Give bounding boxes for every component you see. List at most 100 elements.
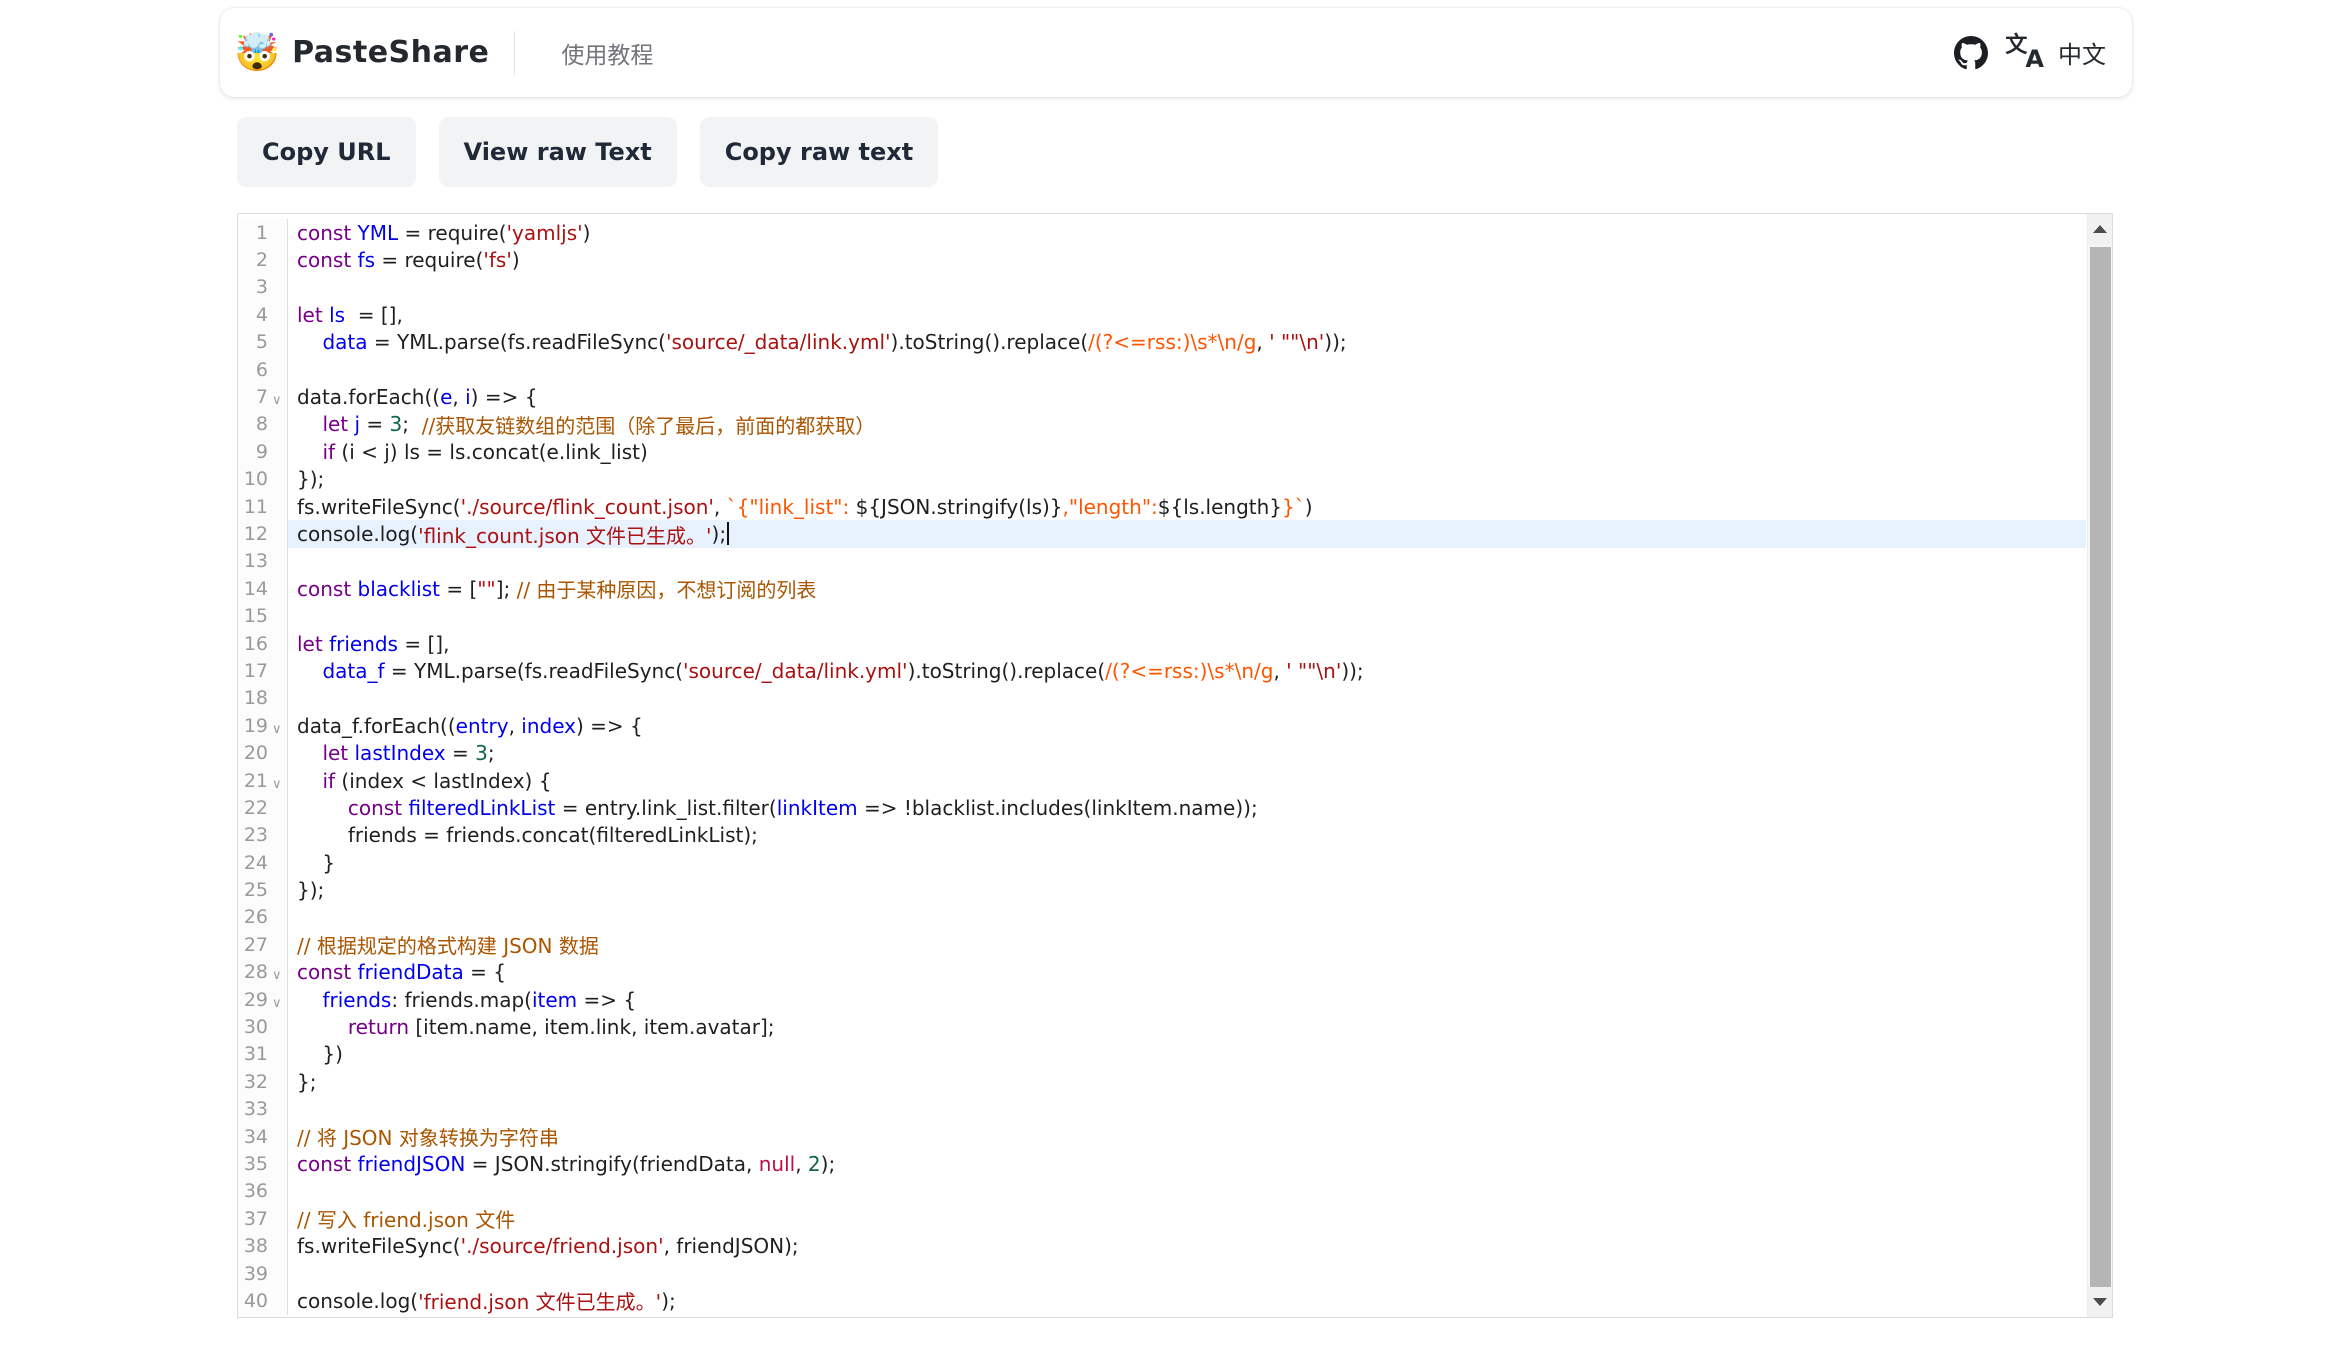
- code-line[interactable]: 36: [238, 1177, 2086, 1206]
- code-line[interactable]: 1 const YML = require('yamljs'): [238, 219, 2086, 247]
- code-line-text[interactable]: let friends = [],: [288, 630, 2086, 657]
- code-line[interactable]: 40 console.log('friend.json 文件已生成。');: [238, 1287, 2086, 1315]
- code-line-text[interactable]: [288, 685, 2086, 712]
- code-line[interactable]: 37 // 写入 friend.json 文件: [238, 1205, 2086, 1233]
- code-line-text[interactable]: // 根据规定的格式构建 JSON 数据: [288, 931, 2086, 958]
- code-line-text[interactable]: data_f.forEach((entry, index) => {: [288, 712, 2086, 739]
- code-line-text[interactable]: };: [288, 1068, 2086, 1095]
- code-line-text[interactable]: // 将 JSON 对象转换为字符串: [288, 1123, 2086, 1150]
- code-line[interactable]: 25});: [238, 876, 2086, 904]
- code-line[interactable]: 31 }): [238, 1040, 2086, 1069]
- github-icon[interactable]: [1954, 35, 1989, 70]
- view-raw-text-button[interactable]: View raw Text: [438, 117, 677, 187]
- code-line[interactable]: 8 let j = 3; //获取友链数组的范围（除了最后，前面的都获取）: [238, 410, 2086, 439]
- code-line[interactable]: 35 const friendJSON = JSON.stringify(frie…: [238, 1150, 2086, 1178]
- code-line-text[interactable]: data = YML.parse(fs.readFileSync('source…: [288, 329, 2086, 356]
- code-line[interactable]: 27 // 根据规定的格式构建 JSON 数据: [238, 931, 2086, 959]
- code-lines[interactable]: 1 const YML = require('yamljs') 2 const fs …: [238, 214, 2086, 1317]
- copy-url-button[interactable]: Copy URL: [237, 117, 416, 187]
- code-line[interactable]: 38 fs.writeFileSync('./source/friend.json…: [238, 1232, 2086, 1260]
- code-line[interactable]: 12 console.log('flink_count.json 文件已生成。')…: [238, 520, 2086, 548]
- code-line[interactable]: 24 }: [238, 848, 2086, 877]
- code-line[interactable]: 21 ∨ if (index < lastIndex) {: [238, 766, 2086, 795]
- code-line-text[interactable]: fs.writeFileSync('./source/friend.json',…: [288, 1232, 2086, 1259]
- code-line-text[interactable]: if (index < lastIndex) {: [288, 767, 2086, 794]
- nav-tutorial-link[interactable]: 使用教程: [561, 36, 653, 70]
- fold-toggle-icon[interactable]: ∨: [272, 394, 285, 407]
- code-line-text[interactable]: console.log('flink_count.json 文件已生成。');: [288, 520, 2086, 548]
- code-line[interactable]: 18: [238, 684, 2086, 713]
- code-line[interactable]: 30 return [item.name, item.link, item.av…: [238, 1013, 2086, 1041]
- code-line-text[interactable]: [288, 1096, 2086, 1123]
- code-line[interactable]: 33: [238, 1095, 2086, 1123]
- scrollbar-thumb[interactable]: [2090, 247, 2111, 1289]
- code-line[interactable]: 32};: [238, 1068, 2086, 1096]
- code-line[interactable]: 2 const fs = require('fs'): [238, 246, 2086, 274]
- code-line-text[interactable]: }: [288, 849, 2086, 876]
- fold-toggle-icon[interactable]: ∨: [272, 997, 285, 1010]
- fold-toggle-icon[interactable]: ∨: [272, 723, 285, 736]
- code-line-text[interactable]: [288, 904, 2086, 931]
- code-line-text[interactable]: if (i < j) ls = ls.concat(e.link_list): [288, 438, 2086, 465]
- code-line[interactable]: 13: [238, 547, 2086, 576]
- code-line-text[interactable]: const YML = require('yamljs'): [288, 219, 2086, 246]
- vertical-scrollbar[interactable]: [2087, 214, 2112, 1317]
- code-line-text[interactable]: [288, 274, 2086, 301]
- code-line[interactable]: 6: [238, 355, 2086, 384]
- code-line[interactable]: 19 ∨ data_f.forEach((entry, index) => {: [238, 712, 2086, 740]
- line-gutter: 33: [238, 1095, 288, 1123]
- code-line-text[interactable]: }): [288, 1041, 2086, 1068]
- code-line-text[interactable]: data.forEach((e, i) => {: [288, 383, 2086, 410]
- code-line-text[interactable]: friends: friends.map(item => {: [288, 986, 2086, 1013]
- code-line-text[interactable]: [288, 1260, 2086, 1287]
- code-line[interactable]: 17 data_f = YML.parse(fs.readFileSync('s…: [238, 657, 2086, 685]
- code-editor[interactable]: 1 const YML = require('yamljs') 2 const fs …: [237, 213, 2113, 1318]
- language-label[interactable]: 中文: [2058, 35, 2106, 70]
- code-line[interactable]: 15: [238, 602, 2086, 630]
- code-line-text[interactable]: [288, 356, 2086, 383]
- code-line[interactable]: 16 let friends = [],: [238, 629, 2086, 658]
- code-line[interactable]: 26: [238, 903, 2086, 932]
- code-line-text[interactable]: const friendData = {: [288, 959, 2086, 986]
- code-line-text[interactable]: const blacklist = [""]; // 由于某种原因，不想订阅的列…: [288, 575, 2086, 603]
- code-line-text[interactable]: let lastIndex = 3;: [288, 739, 2086, 766]
- line-gutter: 23: [238, 821, 288, 849]
- code-line[interactable]: 29 ∨ friends: friends.map(item => {: [238, 985, 2086, 1014]
- code-line[interactable]: 14 const blacklist = [""]; // 由于某种原因，不想订阅…: [238, 575, 2086, 603]
- code-line[interactable]: 11 fs.writeFileSync('./source/flink_count…: [238, 492, 2086, 521]
- copy-raw-text-button[interactable]: Copy raw text: [699, 117, 939, 187]
- code-line-text[interactable]: const filteredLinkList = entry.link_list…: [288, 794, 2086, 821]
- code-line-text[interactable]: });: [288, 876, 2086, 903]
- code-line-text[interactable]: [288, 548, 2086, 575]
- code-line-text[interactable]: let j = 3; //获取友链数组的范围（除了最后，前面的都获取）: [288, 411, 2086, 438]
- code-line-text[interactable]: data_f = YML.parse(fs.readFileSync('sour…: [288, 657, 2086, 684]
- code-line[interactable]: 3: [238, 273, 2086, 302]
- code-line[interactable]: 22 const filteredLinkList = entry.link_l…: [238, 794, 2086, 822]
- code-line-text[interactable]: return [item.name, item.link, item.avata…: [288, 1013, 2086, 1040]
- code-line-text[interactable]: // 写入 friend.json 文件: [288, 1205, 2086, 1232]
- code-line[interactable]: 20 let lastIndex = 3;: [238, 739, 2086, 767]
- scroll-down-button[interactable]: [2088, 1287, 2112, 1317]
- code-line-text[interactable]: const friendJSON = JSON.stringify(friend…: [288, 1150, 2086, 1177]
- code-line-text[interactable]: [288, 602, 2086, 629]
- code-line[interactable]: 23 friends = friends.concat(filteredLink…: [238, 821, 2086, 849]
- fold-toggle-icon[interactable]: ∨: [272, 778, 285, 791]
- code-line-text[interactable]: const fs = require('fs'): [288, 246, 2086, 273]
- code-line-text[interactable]: friends = friends.concat(filteredLinkLis…: [288, 822, 2086, 849]
- scroll-up-button[interactable]: [2088, 214, 2112, 244]
- code-line-text[interactable]: [288, 1178, 2086, 1205]
- code-line-text[interactable]: fs.writeFileSync('./source/flink_count.j…: [288, 493, 2086, 520]
- code-line-text[interactable]: console.log('friend.json 文件已生成。');: [288, 1287, 2086, 1315]
- fold-toggle-icon[interactable]: ∨: [272, 969, 285, 982]
- translate-icon[interactable]: 文 A: [2005, 34, 2044, 71]
- code-line[interactable]: 10});: [238, 465, 2086, 493]
- code-line-text[interactable]: let ls = [],: [288, 301, 2086, 328]
- code-line[interactable]: 7 ∨ data.forEach((e, i) => {: [238, 383, 2086, 411]
- code-line[interactable]: 9 if (i < j) ls = ls.concat(e.link_list): [238, 438, 2086, 466]
- code-line[interactable]: 34 // 将 JSON 对象转换为字符串: [238, 1122, 2086, 1151]
- code-line[interactable]: 39: [238, 1259, 2086, 1288]
- code-line[interactable]: 4 let ls = [],: [238, 301, 2086, 329]
- code-line[interactable]: 28 ∨ const friendData = {: [238, 958, 2086, 986]
- code-line-text[interactable]: });: [288, 466, 2086, 493]
- code-line[interactable]: 5 data = YML.parse(fs.readFileSync('sour…: [238, 328, 2086, 356]
